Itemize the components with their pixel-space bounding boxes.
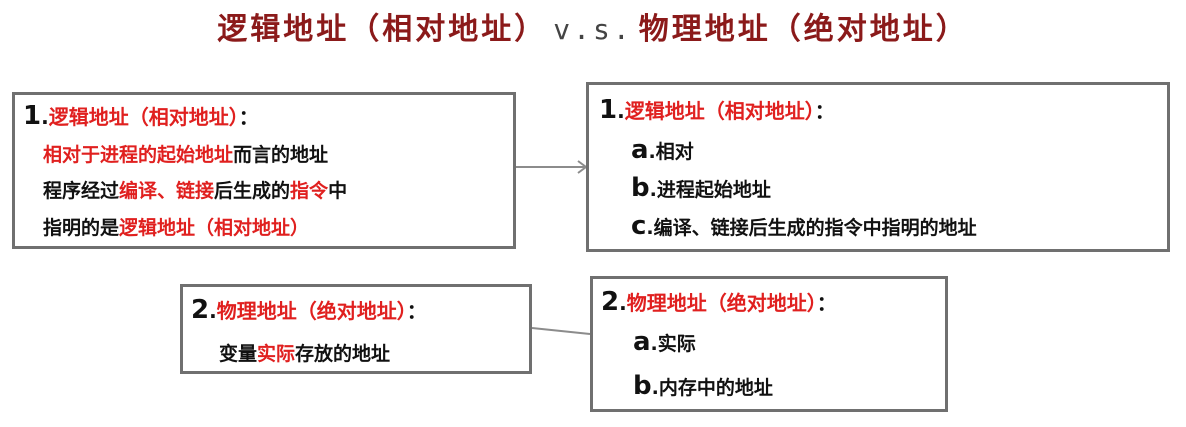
- physical-summary-heading-text: 物理地址（绝对地址）: [626, 291, 817, 315]
- item-text: .内存中的地址: [651, 377, 773, 399]
- physical-summary-number: 2: [601, 287, 620, 317]
- logical-def-start-addr: 相对于进程的起始地址: [43, 144, 234, 166]
- item-letter: b: [633, 371, 652, 401]
- item-text: .编译、链接后生成的指令中指明的地址: [646, 217, 977, 239]
- physical-address-definition-box: 2.物理地址（绝对地址）： 变量实际存放的地址: [180, 284, 532, 374]
- physical-summary-dot: .: [619, 291, 627, 315]
- item-letter: a: [631, 135, 649, 165]
- physical-heading: 2.物理地址（绝对地址）：: [191, 295, 427, 325]
- logical-heading-text: 逻辑地址（相对地址）: [48, 105, 239, 129]
- logical-summary-item: c.编译、链接后生成的指令中指明的地址: [631, 211, 977, 241]
- logical-summary-item: a.相对: [631, 135, 694, 165]
- logical-summary-dot: .: [617, 99, 625, 123]
- physical-summary-colon: ：: [816, 291, 837, 315]
- item-text: .实际: [650, 333, 696, 355]
- logical-def-text-2a: 程序经过: [43, 180, 120, 202]
- logical-heading-colon: ：: [238, 105, 259, 129]
- physical-summary-item: a.实际: [633, 327, 696, 357]
- logical-summary-item: b.进程起始地址: [631, 173, 771, 203]
- item-text: .相对: [648, 141, 694, 163]
- item-letter: a: [633, 327, 651, 357]
- logical-def-text-3: 指明的是: [43, 217, 120, 239]
- logical-address-summary-box: 1.逻辑地址（相对地址）： a.相对 b.进程起始地址 c.编译、链接后生成的指…: [586, 82, 1170, 252]
- logical-summary-heading: 1.逻辑地址（相对地址）：: [599, 95, 835, 125]
- physical-heading-text: 物理地址（绝对地址）: [216, 299, 407, 323]
- logical-summary-colon: ：: [814, 99, 835, 123]
- item-letter: c: [631, 211, 647, 241]
- item-text: .进程起始地址: [649, 179, 771, 201]
- item-letter: b: [631, 173, 650, 203]
- physical-def-line: 变量实际存放的地址: [219, 339, 390, 366]
- physical-def-actual: 实际: [257, 343, 296, 365]
- physical-heading-colon: ：: [406, 299, 427, 323]
- physical-summary-item: b.内存中的地址: [633, 371, 773, 401]
- logical-summary-number: 1: [599, 95, 618, 125]
- logical-heading-number: 1: [23, 101, 42, 131]
- logical-def-logical-addr: 逻辑地址（相对地址）: [119, 217, 310, 239]
- physical-heading-dot: .: [209, 299, 217, 323]
- logical-heading-dot: .: [41, 105, 49, 129]
- physical-def-text-a: 变量: [219, 343, 258, 365]
- logical-def-line-2: 程序经过编译、链接后生成的指令中: [43, 176, 347, 203]
- physical-def-text-b: 存放的地址: [295, 343, 391, 365]
- logical-def-text-2c: 中: [328, 180, 348, 202]
- logical-def-line-3: 指明的是逻辑地址（相对地址）: [43, 213, 309, 240]
- connector-line-2: [531, 327, 591, 335]
- logical-heading: 1.逻辑地址（相对地址）：: [23, 101, 259, 131]
- logical-address-definition-box: 1.逻辑地址（相对地址）： 相对于进程的起始地址而言的地址 程序经过编译、链接后…: [12, 92, 516, 249]
- logical-def-compile-link: 编译、链接: [119, 180, 215, 202]
- logical-summary-heading-text: 逻辑地址（相对地址）: [624, 99, 815, 123]
- logical-def-text-2b: 后生成的: [214, 180, 291, 202]
- physical-address-summary-box: 2.物理地址（绝对地址）： a.实际 b.内存中的地址: [590, 276, 948, 412]
- physical-summary-heading: 2.物理地址（绝对地址）：: [601, 287, 837, 317]
- logical-def-instruction: 指令: [290, 180, 329, 202]
- logical-def-text-1: 而言的地址: [233, 144, 329, 166]
- physical-heading-number: 2: [191, 295, 210, 325]
- logical-def-line-1: 相对于进程的起始地址而言的地址: [43, 140, 328, 167]
